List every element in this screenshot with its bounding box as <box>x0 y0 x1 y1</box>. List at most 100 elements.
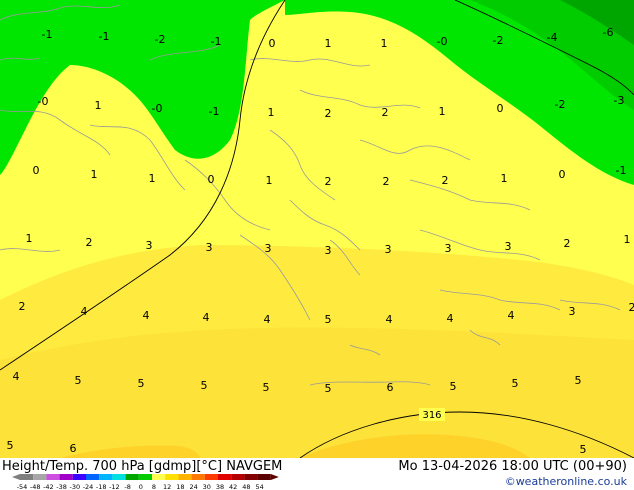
temperature-value: 3 <box>505 240 512 253</box>
temperature-value: 4 <box>386 313 393 326</box>
temperature-value: -1 <box>211 35 222 48</box>
temperature-value: 1 <box>266 174 273 187</box>
temperature-value: 1 <box>95 99 102 112</box>
temperature-value: 5 <box>325 313 332 326</box>
scale-label: -48 <box>30 483 41 490</box>
footer-datetime: Mo 13-04-2026 18:00 UTC (00+90) <box>398 459 627 474</box>
scale-label: 0 <box>139 483 143 490</box>
scale-label: 24 <box>189 483 197 490</box>
temperature-value: 5 <box>512 377 519 390</box>
temperature-value: 4 <box>81 305 88 318</box>
scale-label: -38 <box>56 483 67 490</box>
scale-label: 12 <box>163 483 171 490</box>
temperature-value: 0 <box>497 102 504 115</box>
temperature-value: 6 <box>70 442 77 455</box>
scale-label: 30 <box>203 483 211 490</box>
footer-title: Height/Temp. 700 hPa [gdmp][°C] NAVGEM <box>2 459 282 474</box>
temperature-value: -0 <box>38 95 49 108</box>
temperature-value: 1 <box>439 105 446 118</box>
temperature-value: 1 <box>268 106 275 119</box>
temperature-value: -1 <box>616 164 627 177</box>
temperature-value: 5 <box>7 439 14 452</box>
temperature-value: 5 <box>201 379 208 392</box>
scale-label: 54 <box>255 483 263 490</box>
temperature-value: -2 <box>155 33 166 46</box>
scale-label: -24 <box>83 483 94 490</box>
temperature-value: 0 <box>559 168 566 181</box>
temperature-value: 1 <box>624 233 631 246</box>
scale-swatch <box>86 474 100 480</box>
scale-label: -30 <box>69 483 80 490</box>
scale-label: -42 <box>43 483 54 490</box>
scale-swatch <box>204 474 218 480</box>
temperature-value: -2 <box>555 98 566 111</box>
scale-swatch <box>178 474 192 480</box>
temperature-value: 1 <box>381 37 388 50</box>
temperature-value: -1 <box>42 28 53 41</box>
temperature-value: 2 <box>325 107 332 120</box>
temperature-value: 4 <box>264 313 271 326</box>
temperature-value: 0 <box>33 164 40 177</box>
temperature-value: 0 <box>269 37 276 50</box>
temperature-value: 5 <box>450 380 457 393</box>
temperature-value: -3 <box>614 94 625 107</box>
scale-label: 48 <box>242 483 250 490</box>
temperature-value: 4 <box>508 309 515 322</box>
temperature-value: 4 <box>13 370 20 383</box>
scale-swatch <box>125 474 139 480</box>
temperature-value: 0 <box>208 173 215 186</box>
temperature-value: 2 <box>442 174 449 187</box>
temperature-value: 2 <box>86 236 93 249</box>
temperature-value: -4 <box>547 31 558 44</box>
temperature-value: 1 <box>91 168 98 181</box>
temperature-value: 2 <box>382 106 389 119</box>
scale-label: -8 <box>124 483 130 490</box>
temperature-value: 3 <box>445 242 452 255</box>
scale-swatch <box>99 474 113 480</box>
temperature-value: 2 <box>325 175 332 188</box>
scale-swatch <box>152 474 166 480</box>
scale-swatch <box>165 474 179 480</box>
scale-swatch <box>20 474 34 480</box>
scale-swatch <box>33 474 47 480</box>
scale-swatch <box>59 474 73 480</box>
scale-label: -18 <box>96 483 107 490</box>
scale-swatch <box>191 474 205 480</box>
temperature-value: 2 <box>19 300 26 313</box>
temperature-value: 5 <box>575 374 582 387</box>
temperature-value: -1 <box>209 105 220 118</box>
temperature-value: 5 <box>138 377 145 390</box>
temperature-value: 3 <box>265 242 272 255</box>
temperature-value: 1 <box>501 172 508 185</box>
temperature-value: 5 <box>580 443 587 456</box>
temperature-value: -2 <box>493 34 504 47</box>
scale-label: 38 <box>216 483 224 490</box>
temperature-value: 3 <box>206 241 213 254</box>
scale-label: -12 <box>109 483 120 490</box>
temperature-value: -0 <box>152 102 163 115</box>
temperature-value: 3 <box>325 244 332 257</box>
temperature-value: 5 <box>263 381 270 394</box>
temperature-value: 5 <box>75 374 82 387</box>
temperature-value: 3 <box>385 243 392 256</box>
temperature-value: 4 <box>143 309 150 322</box>
temperature-value: 1 <box>26 232 33 245</box>
scale-swatch <box>46 474 60 480</box>
weather-map: 316 -1 -1 -2 -1 0 1 1 -0 -2 -4 -6 -0 1 -0 -1 1 2 2 1 0 -2 -3 0… <box>0 0 634 490</box>
scale-swatch <box>138 474 152 480</box>
scale-swatch <box>231 474 245 480</box>
field-yellow-deep-band <box>0 327 634 458</box>
contour-label-316: 316 <box>422 410 441 421</box>
footer-copyright: ©weatheronline.co.uk <box>505 475 628 488</box>
temperature-value: 3 <box>146 239 153 252</box>
scale-label: -54 <box>17 483 28 490</box>
temperature-value: -0 <box>437 35 448 48</box>
temperature-value: 5 <box>325 382 332 395</box>
scale-swatch <box>218 474 232 480</box>
temperature-value: 6 <box>387 381 394 394</box>
temperature-value: 3 <box>569 305 576 318</box>
temperature-value: 1 <box>325 37 332 50</box>
scale-swatch <box>257 474 271 480</box>
scale-swatch <box>112 474 126 480</box>
scale-swatch <box>72 474 86 480</box>
